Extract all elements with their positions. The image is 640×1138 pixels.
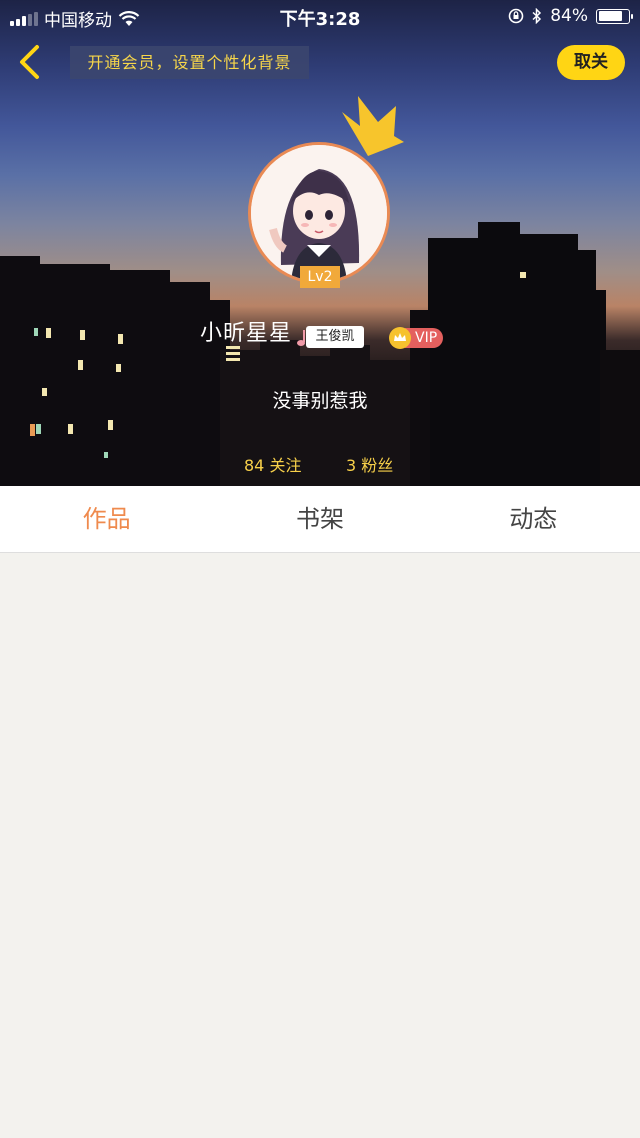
profile-signature: 没事别惹我 xyxy=(272,390,368,412)
lock-rotation-icon xyxy=(508,8,524,24)
battery-icon xyxy=(596,8,633,24)
tab-content-area xyxy=(0,553,640,1138)
idol-tag[interactable]: 王俊凯 xyxy=(296,324,370,350)
vip-crown-icon xyxy=(389,327,411,349)
avatar-image xyxy=(251,145,387,281)
tab-works[interactable]: 作品 xyxy=(0,486,213,552)
profile-tabs: 作品 书架 动态 xyxy=(0,486,640,553)
fans-count[interactable]: 3 粉丝 xyxy=(346,452,393,476)
bluetooth-icon xyxy=(532,8,542,24)
status-bar: 中国移动 下午3:28 84% xyxy=(0,0,640,34)
unfollow-button[interactable]: 取关 xyxy=(557,45,625,80)
back-button[interactable] xyxy=(12,42,52,82)
username: 小昕星星 xyxy=(200,321,293,346)
level-badge: Lv2 xyxy=(300,266,340,288)
tab-bookshelf[interactable]: 书架 xyxy=(213,486,426,552)
vip-background-promo-link[interactable]: 开通会员，设置个性化背景 xyxy=(70,46,309,79)
idol-tag-label: 王俊凯 xyxy=(306,326,364,348)
vip-badge[interactable]: VIP xyxy=(389,327,444,349)
following-count[interactable]: 84 关注 xyxy=(244,452,301,476)
battery-percent: 84% xyxy=(550,6,588,26)
chevron-left-icon xyxy=(20,45,39,79)
avatar[interactable] xyxy=(248,142,390,284)
tab-activity[interactable]: 动态 xyxy=(427,486,640,552)
